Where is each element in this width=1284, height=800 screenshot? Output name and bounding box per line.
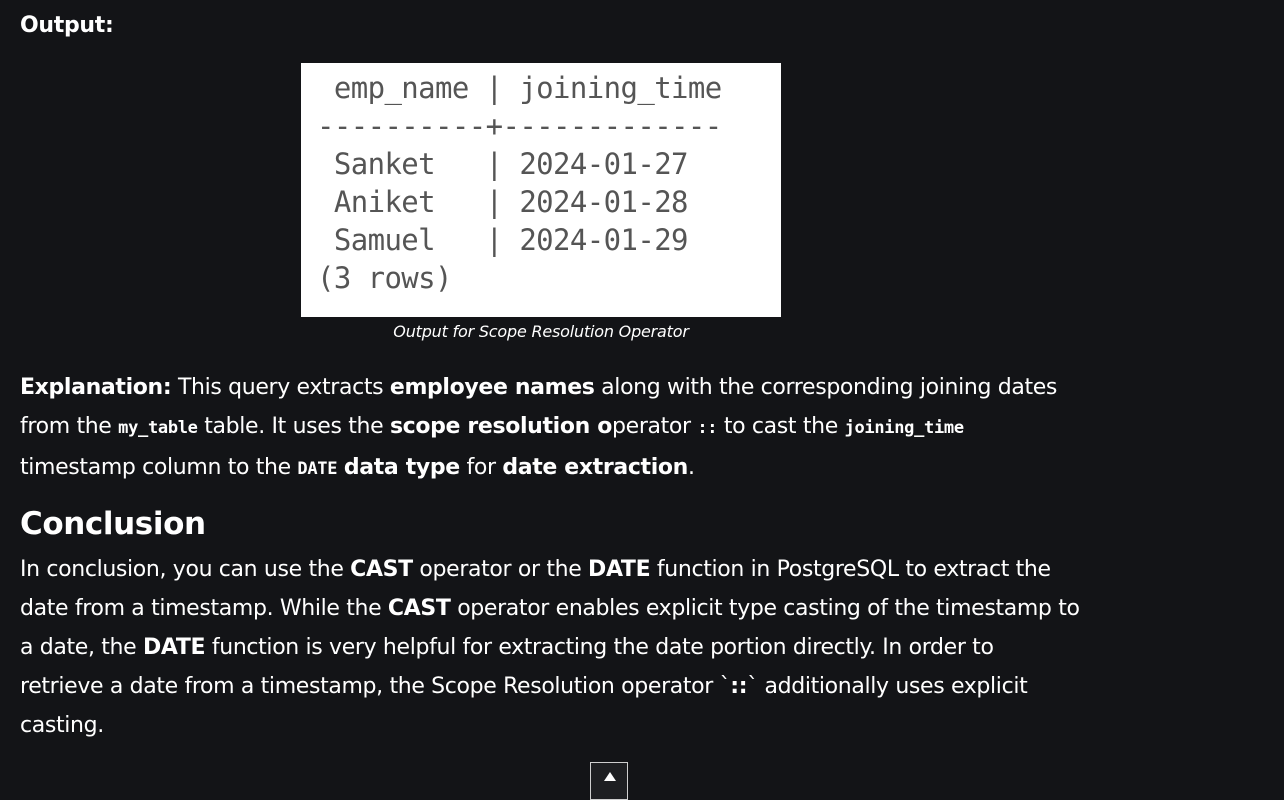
bold-text: CAST	[387, 596, 451, 621]
output-label: Output:	[20, 13, 114, 38]
output-line: Samuel | 2024-01-29	[317, 223, 689, 257]
text: perator	[612, 414, 698, 439]
query-output-text: emp_name | joining_time ----------+-----…	[317, 69, 722, 297]
inline-code: my_table	[118, 418, 198, 438]
text: In conclusion, you can use the	[20, 557, 351, 582]
text: table. It uses the	[197, 414, 390, 439]
output-line: Aniket | 2024-01-28	[317, 185, 689, 219]
explanation-paragraph: Explanation: This query extracts employe…	[20, 368, 1080, 489]
output-line: Sanket | 2024-01-27	[317, 147, 689, 181]
bold-text: DATE	[588, 557, 651, 582]
chevron-up-icon	[604, 772, 616, 781]
inline-code: DATE	[297, 459, 338, 479]
text: for	[459, 455, 503, 480]
output-line: (3 rows)	[317, 261, 452, 295]
text: to cast the	[717, 414, 845, 439]
text	[337, 455, 344, 480]
inline-code: joining_time	[844, 418, 965, 438]
text: .	[687, 455, 695, 480]
text: operator or the	[412, 557, 589, 582]
output-line: ----------+-------------	[317, 109, 722, 143]
bold-text: date extraction	[502, 455, 688, 480]
conclusion-paragraph: In conclusion, you can use the CAST oper…	[20, 550, 1080, 745]
bold-text: scope resolution o	[389, 414, 613, 439]
bold-text: DATE	[142, 635, 206, 660]
bold-text: data type	[343, 455, 460, 480]
output-line: emp_name | joining_time	[317, 71, 722, 105]
text: This query extracts	[171, 375, 390, 400]
figure-caption: Output for Scope Resolution Operator	[393, 322, 689, 341]
conclusion-heading: Conclusion	[20, 506, 206, 542]
inline-code: ::	[697, 418, 718, 438]
bold-text: CAST	[350, 557, 413, 582]
bold-text: ::	[730, 674, 748, 699]
scroll-to-top-button[interactable]	[590, 762, 628, 800]
bold-text: employee names	[389, 375, 595, 400]
text: timestamp column to the	[20, 455, 298, 480]
explanation-label: Explanation:	[20, 375, 172, 400]
output-figure: emp_name | joining_time ----------+-----…	[301, 63, 781, 317]
